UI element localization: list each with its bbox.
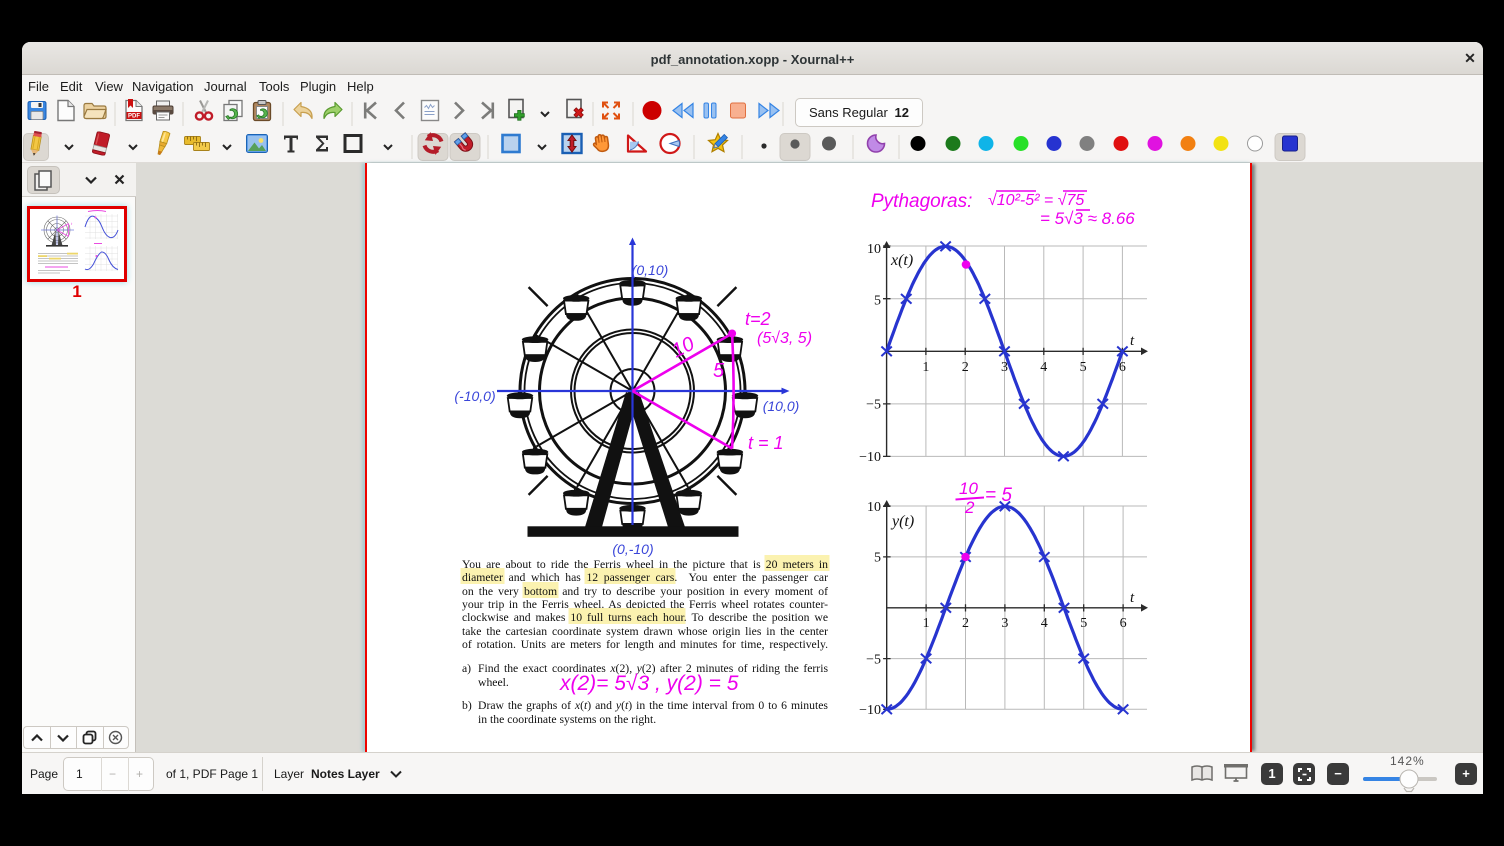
- svg-text:10: 10: [668, 333, 698, 363]
- svg-text:−5: −5: [866, 398, 881, 413]
- svg-text:−10: −10: [859, 703, 881, 718]
- svg-text:x(t): x(t): [890, 252, 913, 269]
- svg-text:10: 10: [867, 500, 881, 515]
- svg-text:−5: −5: [866, 653, 881, 668]
- svg-text:5: 5: [1080, 616, 1087, 631]
- svg-text:y(t): y(t): [890, 513, 914, 530]
- svg-text:1: 1: [923, 616, 930, 631]
- svg-text:10: 10: [959, 479, 978, 498]
- svg-text:5: 5: [874, 294, 881, 309]
- svg-text:5: 5: [874, 551, 881, 566]
- svg-text:t: t: [71, 221, 73, 226]
- svg-text:5: 5: [1080, 360, 1087, 375]
- svg-text:5: 5: [713, 360, 725, 382]
- svg-text:6: 6: [1120, 616, 1127, 631]
- svg-text:PDF: PDF: [128, 114, 140, 120]
- svg-text:t = 1: t = 1: [748, 433, 784, 453]
- svg-text:t: t: [1130, 590, 1135, 606]
- svg-text:4: 4: [1040, 360, 1047, 375]
- svg-text:2: 2: [962, 360, 969, 375]
- svg-text:2: 2: [962, 616, 969, 631]
- svg-text:2: 2: [964, 498, 975, 517]
- svg-text:1: 1: [922, 360, 929, 375]
- svg-text:4: 4: [1041, 616, 1048, 631]
- svg-text:10: 10: [867, 242, 881, 257]
- svg-text:(-10,0): (-10,0): [454, 388, 495, 404]
- svg-text:t=2: t=2: [745, 309, 771, 329]
- svg-text:√10²-5² = √75: √10²-5² = √75: [988, 192, 1084, 209]
- svg-text:(0,-10): (0,-10): [612, 541, 653, 557]
- svg-text:(5√3, 5): (5√3, 5): [757, 330, 812, 347]
- svg-text:3: 3: [1001, 616, 1008, 631]
- svg-text:= 5: = 5: [985, 485, 1012, 506]
- svg-text:−10: −10: [859, 450, 881, 465]
- svg-text:= 5√3 ≈ 8.66: = 5√3 ≈ 8.66: [1040, 209, 1135, 228]
- svg-text:t: t: [1130, 333, 1135, 349]
- svg-text:(0,10): (0,10): [632, 262, 669, 278]
- svg-text:Pythagoras:: Pythagoras:: [871, 191, 972, 212]
- svg-text:(10,0): (10,0): [763, 398, 800, 414]
